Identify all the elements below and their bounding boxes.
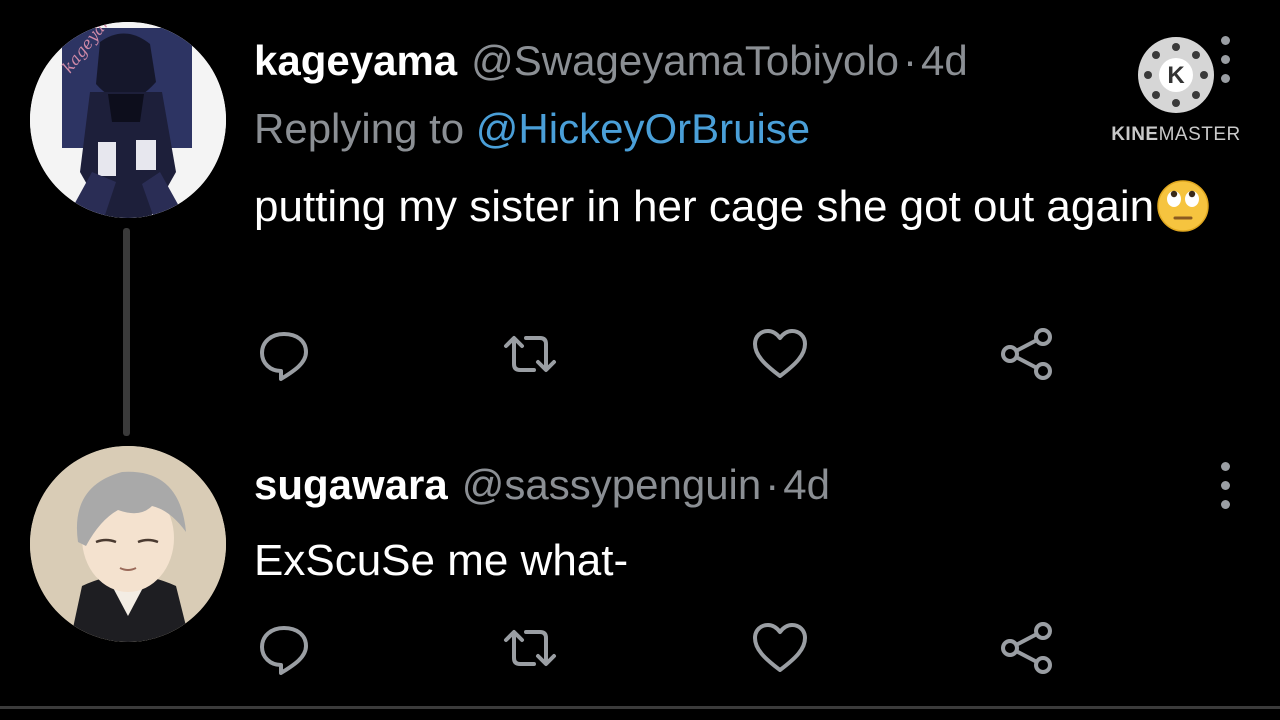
display-name[interactable]: sugawara <box>254 461 448 508</box>
tweet-header: sugawara @sassypenguin·4d <box>254 460 830 510</box>
replying-to: Replying to @HickeyOrBruise <box>254 104 810 154</box>
avatar[interactable]: kageyama tobio <box>30 22 226 218</box>
reply-icon <box>260 332 308 381</box>
more-options-icon[interactable] <box>1210 456 1240 516</box>
retweet-button[interactable] <box>500 618 560 678</box>
user-handle[interactable]: @sassypenguin <box>462 461 761 508</box>
timestamp[interactable]: 4d <box>783 461 830 508</box>
reply-icon <box>260 626 308 675</box>
retweet-icon <box>504 336 556 372</box>
reply-button[interactable] <box>254 618 314 678</box>
face-with-rolling-eyes-icon <box>1157 180 1209 232</box>
replying-prefix: Replying to <box>254 105 476 152</box>
share-button[interactable] <box>998 324 1058 384</box>
thread-connector <box>123 228 130 436</box>
like-icon <box>753 329 807 378</box>
tweet-actions <box>254 618 1074 678</box>
tweet-text: putting my sister in her cage she got ou… <box>254 178 1214 236</box>
kinemaster-watermark: K KINEMASTER <box>1108 36 1244 148</box>
kinemaster-brand-suffix: MASTER <box>1158 124 1241 145</box>
share-icon <box>1001 328 1052 380</box>
separator: · <box>765 461 780 508</box>
kinemaster-brand-prefix: KINE <box>1111 124 1159 145</box>
retweet-button[interactable] <box>500 324 560 384</box>
display-name[interactable]: kageyama <box>254 37 457 84</box>
avatar-image <box>30 446 226 642</box>
timestamp[interactable]: 4d <box>921 37 968 84</box>
like-button[interactable] <box>750 618 810 678</box>
bottom-divider <box>0 706 1280 709</box>
avatar[interactable] <box>30 446 226 642</box>
tweet-text: ExScuSe me what- <box>254 532 1214 590</box>
tweet-sugawara[interactable]: sugawara @sassypenguin·4d ExScuSe me what… <box>0 440 1280 705</box>
tweet-text-content: putting my sister in her cage she got ou… <box>254 182 1155 231</box>
tweet-actions <box>254 324 1074 384</box>
mention-link[interactable]: @HickeyOrBruise <box>476 105 810 152</box>
kinemaster-logo-icon: K <box>1138 37 1214 113</box>
tweet-header: kageyama @SwageyamaTobiyolo·4d <box>254 36 968 86</box>
share-icon <box>1001 622 1052 674</box>
user-handle[interactable]: @SwageyamaTobiyolo <box>471 37 899 84</box>
retweet-icon <box>504 630 556 666</box>
reply-button[interactable] <box>254 324 314 384</box>
tweet-text-content: ExScuSe me what- <box>254 536 629 585</box>
avatar-image: kageyama tobio <box>30 22 226 218</box>
like-icon <box>753 623 807 672</box>
separator: · <box>903 37 918 84</box>
share-button[interactable] <box>998 618 1058 678</box>
kinemaster-wordmark: KINEMASTER <box>1108 124 1244 146</box>
tweet-kageyama[interactable]: kageyama tobio kageyama @SwageyamaTobiyol… <box>0 0 1280 440</box>
like-button[interactable] <box>750 324 810 384</box>
kinemaster-logo-letter: K <box>1167 62 1185 89</box>
